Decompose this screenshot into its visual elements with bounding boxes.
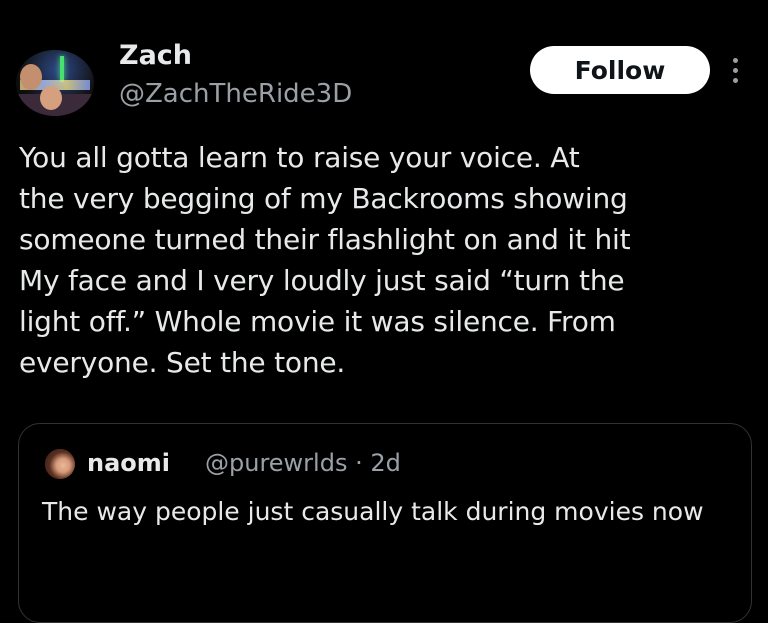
quoted-tweet-text: The way people just casually talk during… [42,497,704,526]
quoted-tweet[interactable]: naomi @purewrlds · 2d The way people jus… [18,423,752,623]
author-avatar[interactable] [16,50,94,116]
quoted-author-avatar[interactable] [45,449,75,479]
follow-button[interactable]: Follow [530,46,710,94]
author-name[interactable]: Zach [119,40,192,71]
tweet-text: You all gotta learn to raise your voice.… [19,141,631,379]
author-handle[interactable]: @ZachTheRide3D [119,79,352,109]
quoted-author-meta: @purewrlds · 2d [205,449,401,477]
tweet: Zach @ZachTheRide3D Follow You all gotta… [0,0,768,623]
tweet-header: Zach @ZachTheRide3D Follow [0,0,768,130]
more-vertical-icon[interactable] [730,56,742,86]
quoted-author-name[interactable]: naomi [87,449,170,477]
